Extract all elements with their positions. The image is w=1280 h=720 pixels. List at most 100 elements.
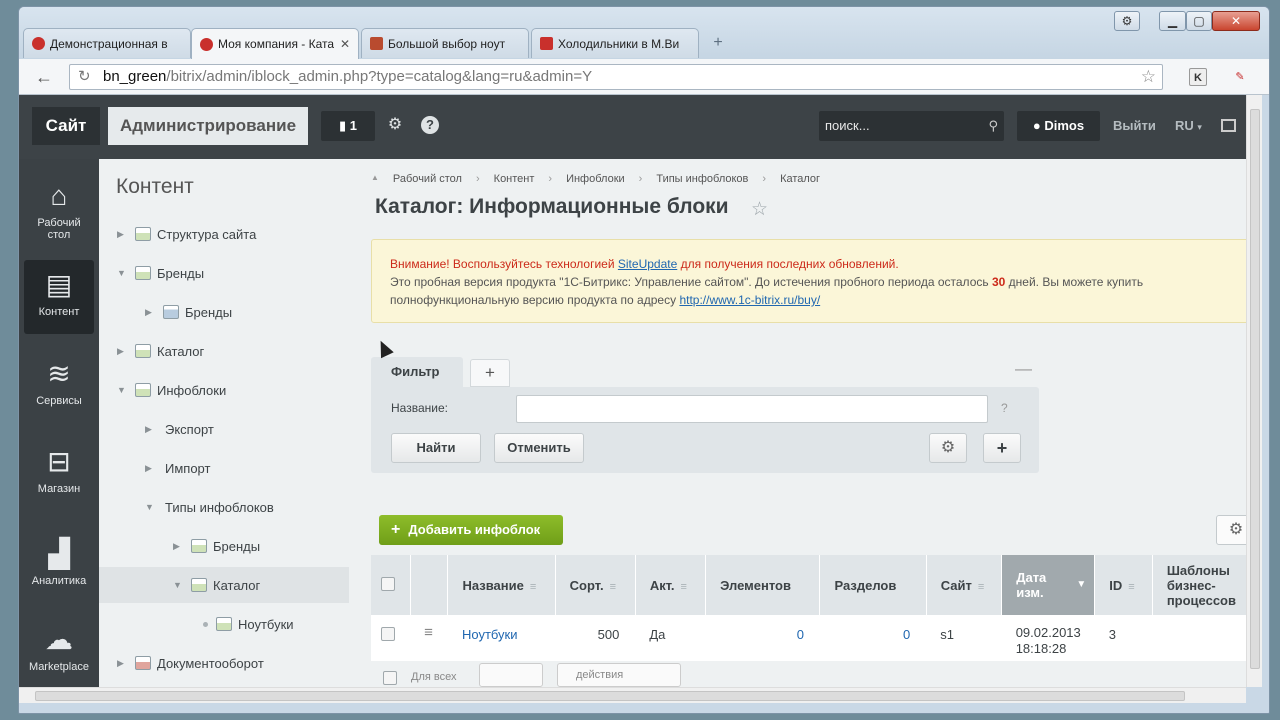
breadcrumb-item[interactable]: Контент [494,173,535,185]
column-menu-icon[interactable]: ≡ [610,581,616,593]
expand-arrow-icon[interactable]: ▶ [145,307,157,318]
expand-arrow-icon[interactable]: ▶ [117,658,129,669]
elements-link[interactable]: 0 [797,627,804,642]
column-menu-icon[interactable]: ≡ [1128,581,1134,593]
buy-link[interactable]: http://www.1c-bitrix.ru/buy/ [679,293,820,307]
tree-item-site-structure[interactable]: ▶ Структура сайта [99,216,349,252]
menu-services[interactable]: ≋ Сервисы [24,359,94,419]
menu-shop[interactable]: ⊟ Магазин [24,447,94,507]
grid-menu-icon[interactable] [1221,119,1236,132]
minimize-button[interactable]: ▁ [1159,11,1186,31]
add-iblock-button[interactable]: + Добавить инфоблок [379,515,563,545]
help-icon[interactable]: ? [1001,401,1008,415]
collapse-arrow-icon[interactable]: ▼ [173,580,185,590]
collapse-arrow-icon[interactable]: ▼ [117,268,129,278]
expand-arrow-icon[interactable]: ▶ [173,541,185,552]
tree-item-catalog[interactable]: ▶ Каталог [99,333,349,369]
close-tab-icon[interactable]: ✕ [340,37,350,51]
browser-tab-notebooks[interactable]: Большой выбор ноут [361,28,529,58]
maximize-button[interactable]: ▢ [1186,11,1212,31]
row-checkbox[interactable] [381,627,395,641]
favorite-star-icon[interactable]: ☆ [751,198,768,221]
expand-arrow-icon[interactable]: ▶ [117,229,129,240]
search-icon[interactable]: ⚲ [988,111,998,141]
menu-desktop[interactable]: ⌂ Рабочий стол [24,177,94,247]
settings-window-icon[interactable]: ⚙ [1114,11,1140,31]
user-button[interactable]: ● Dimos [1017,111,1100,141]
column-name[interactable]: Название ≡ [447,555,556,615]
for-all-checkbox[interactable] [383,671,397,685]
breadcrumb-item[interactable]: Типы инфоблоков [656,173,748,185]
tree-item-docflow[interactable]: ▶ Документооборот [99,645,349,681]
browser-tab-active[interactable]: Моя компания - Ката ✕ [191,28,359,59]
bookmark-star-icon[interactable]: ☆ [1141,65,1156,89]
vertical-scrollbar[interactable] [1246,95,1262,687]
breadcrumb-item[interactable]: Каталог [780,173,820,185]
menu-marketplace[interactable]: ☁ Marketplace [24,625,94,685]
search-input[interactable]: поиск... ⚲ [819,111,1004,141]
find-button[interactable]: Найти [391,433,481,463]
collapse-arrow-icon[interactable]: ▼ [145,502,157,512]
notifications-button[interactable]: ▮ 1 [321,111,375,141]
breadcrumb-item[interactable]: Рабочий стол [393,173,462,185]
menu-content[interactable]: ▤ Контент [24,260,94,334]
select-all-checkbox[interactable] [381,576,395,591]
row-menu-icon[interactable]: ≡ [410,615,448,667]
column-bp-templates[interactable]: Шаблоны бизнес-процессов [1152,555,1246,615]
tree-item-type-brands[interactable]: ▶ Бренды [99,528,349,564]
reload-icon[interactable]: ↻ [78,65,91,89]
filter-name-input[interactable] [516,395,988,423]
new-tab-button[interactable]: + [707,34,729,52]
column-id[interactable]: ID ≡ [1094,555,1153,615]
site-tab[interactable]: Сайт [32,107,100,145]
scroll-thumb[interactable] [35,691,1185,701]
filter-tab[interactable]: Фильтр [371,357,463,387]
scroll-thumb[interactable] [1250,109,1260,669]
address-bar[interactable]: ↻ bn_green/bitrix/admin/iblock_admin.php… [69,64,1163,90]
collapse-arrow-icon[interactable]: ▼ [117,385,129,395]
breadcrumb-item[interactable]: Инфоблоки [566,173,625,185]
cancel-button[interactable]: Отменить [494,433,584,463]
gear-icon[interactable]: ⚙ [929,433,967,463]
expand-arrow-icon[interactable]: ▶ [145,424,157,435]
table-row[interactable]: ≡ Ноутбуки 500 Да 0 0 s1 09.02.2013 18:18… [371,615,1246,667]
browser-tab-fridges[interactable]: Холодильники в М.Ви [531,28,699,58]
column-sections[interactable]: Разделов [819,555,927,615]
tree-item-iblock-types[interactable]: ▼ Типы инфоблоков [99,489,349,525]
edit-delete-buttons[interactable] [479,663,543,687]
column-menu-icon[interactable]: ≡ [681,581,687,593]
column-menu-icon[interactable]: ≡ [978,581,984,593]
tree-item-type-catalog[interactable]: ▼ Каталог [99,567,349,603]
column-site[interactable]: Сайт ≡ [926,555,1003,615]
column-active[interactable]: Акт. ≡ [635,555,707,615]
help-icon[interactable]: ? [421,116,439,134]
admin-tab[interactable]: Администрирование [108,107,308,145]
expand-arrow-icon[interactable]: ▶ [145,463,157,474]
tree-item-notebooks[interactable]: Ноутбуки [99,606,349,642]
browser-tab-demo[interactable]: Демонстрационная в [23,28,191,58]
tree-item-iblocks[interactable]: ▼ Инфоблоки [99,372,349,408]
tree-item-brands-iblock[interactable]: ▶ Бренды [99,294,349,330]
column-date[interactable]: Дата изм. ▼ [1001,555,1096,615]
siteupdate-link[interactable]: SiteUpdate [618,257,677,271]
horizontal-scrollbar[interactable] [19,687,1246,703]
menu-analytics[interactable]: ▟ Аналитика [24,539,94,599]
tree-item-import[interactable]: ▶ Импорт [99,450,349,486]
iblock-link[interactable]: Ноутбуки [462,627,518,642]
add-filter-button[interactable]: + [470,359,510,387]
extension-pin-icon[interactable]: ✎ [1231,68,1249,86]
tree-item-brands[interactable]: ▼ Бренды [99,255,349,291]
actions-select[interactable]: действия [557,663,681,687]
tree-item-export[interactable]: ▶ Экспорт [99,411,349,447]
sections-link[interactable]: 0 [903,627,910,642]
close-window-button[interactable]: ✕ [1212,11,1260,31]
language-select[interactable]: RU ▾ [1175,111,1202,142]
expand-arrow-icon[interactable]: ▶ [117,346,129,357]
column-elements[interactable]: Элементов [705,555,821,615]
gear-icon[interactable]: ⚙ [383,113,407,137]
add-field-button[interactable]: + [983,433,1021,463]
collapse-filter-icon[interactable]: — [1015,359,1032,379]
back-arrow-icon[interactable]: ← [33,66,55,88]
list-settings-gear-icon[interactable]: ⚙ [1216,515,1246,545]
column-sort[interactable]: Сорт. ≡ [555,555,636,615]
